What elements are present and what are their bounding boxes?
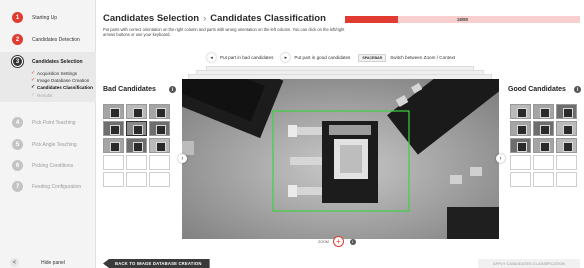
- candidate-thumbnail[interactable]: [103, 121, 124, 136]
- apply-classification-button[interactable]: APPLY CANDIDATES CLASSIFICATION: [478, 259, 580, 268]
- candidate-thumbnail[interactable]: [533, 138, 554, 153]
- candidate-thumbnail[interactable]: [533, 104, 554, 119]
- spacebar-key: SPACEBAR: [358, 53, 387, 62]
- empty-slot: [533, 172, 554, 187]
- hide-panel-label: Hide panel: [41, 259, 65, 266]
- breadcrumb-parent[interactable]: Candidates Selection: [103, 13, 199, 24]
- substep-image-database-creation[interactable]: ✓ Image Database Creation: [31, 77, 93, 84]
- empty-slot: [149, 172, 170, 187]
- progress-text: 18/80: [456, 17, 469, 22]
- candidate-thumbnail[interactable]: [149, 104, 170, 119]
- empty-slot: [510, 172, 531, 187]
- empty-slot: [149, 155, 170, 170]
- candidate-thumbnail[interactable]: [556, 104, 577, 119]
- step-number: 1: [12, 12, 23, 23]
- empty-slot: [510, 155, 531, 170]
- breadcrumb-separator: ›: [203, 13, 207, 24]
- empty-slot: [126, 172, 147, 187]
- step-number: 7: [12, 181, 23, 192]
- right-arrow-key-icon[interactable]: ▸: [281, 53, 291, 62]
- step-number: 2: [12, 34, 23, 45]
- substep-acquisition-settings[interactable]: ✓ Acquisition Settings: [31, 70, 93, 77]
- candidate-thumbnail[interactable]: [510, 138, 531, 153]
- progress-bar: 18/80: [345, 16, 580, 23]
- candidate-image: [182, 79, 499, 239]
- empty-slot: [556, 155, 577, 170]
- page-title: Candidates Selection › Candidates Classifi…: [103, 13, 326, 24]
- candidate-thumbnail[interactable]: [126, 138, 147, 153]
- hint-good: ▸ Put part in good candidates: [281, 53, 350, 62]
- substep-label: Candidates Classification: [37, 85, 93, 91]
- step-label: Pick Point Teaching: [32, 119, 76, 126]
- candidate-thumbnail[interactable]: [149, 138, 170, 153]
- sidebar-step-pick-angle-teaching[interactable]: 5 Pick Angle Teaching: [12, 139, 77, 150]
- step-number: 3: [12, 56, 23, 67]
- step-label: Candidates Selection: [32, 58, 83, 65]
- candidate-thumbnail[interactable]: [556, 121, 577, 136]
- zoom-controls: ZOOM + i: [318, 236, 356, 247]
- bad-candidates-grid: [103, 104, 170, 187]
- sidebar-step-starting-up[interactable]: 1 Starting Up: [12, 12, 57, 23]
- hint-zoom: SPACEBAR Switch between Zoom / Context: [358, 53, 456, 62]
- step-label: Candidates Detection: [32, 36, 80, 43]
- step-number: 5: [12, 139, 23, 150]
- hint-zoom-label: Switch between Zoom / Context: [390, 55, 456, 60]
- sidebar-step-feeding-configuration[interactable]: 7 Feeding Configuration: [12, 181, 81, 192]
- candidate-image-viewer[interactable]: [182, 79, 499, 239]
- empty-slot: [103, 172, 124, 187]
- hint-good-label: Put part in good candidates: [294, 55, 351, 60]
- chevron-left-icon: <: [10, 258, 19, 267]
- empty-slot: [556, 172, 577, 187]
- candidate-thumbnail[interactable]: [533, 121, 554, 136]
- step-label: Pick Angle Teaching: [32, 141, 77, 148]
- info-icon[interactable]: i: [349, 238, 356, 245]
- breadcrumb-current: Candidates Classification: [210, 13, 326, 24]
- app-window: 1 Starting Up 2 Candidates Detection 3 C…: [0, 0, 584, 268]
- sidebar-step-candidates-detection[interactable]: 2 Candidates Detection: [12, 34, 80, 45]
- step-label: Starting Up: [32, 14, 58, 21]
- step-label: Feeding Configuration: [32, 183, 82, 190]
- hint-bad: ◂ Put part in bad candidates: [207, 53, 273, 62]
- substep-label: Acquisition Settings: [37, 71, 78, 76]
- candidate-thumbnail[interactable]: [103, 138, 124, 153]
- empty-slot: [103, 155, 124, 170]
- left-arrow-key-icon[interactable]: ◂: [207, 53, 216, 62]
- zoom-in-button[interactable]: +: [332, 236, 344, 247]
- sidebar-step-picking-conditions[interactable]: 6 Picking Conditions: [12, 160, 73, 171]
- step-number: 6: [12, 160, 23, 171]
- sidebar: 1 Starting Up 2 Candidates Detection 3 C…: [0, 0, 96, 268]
- substep-label: Results: [37, 92, 53, 98]
- move-to-good-arrow-button[interactable]: ›: [496, 154, 505, 163]
- info-icon[interactable]: i: [574, 86, 581, 93]
- substep-label: Image Database Creation: [37, 78, 90, 84]
- candidate-thumbnail[interactable]: [556, 138, 577, 153]
- keyboard-hints: ◂ Put part in bad candidates ▸ Put part …: [207, 53, 463, 62]
- instructions-text: Put parts with correct orientation on th…: [103, 27, 345, 38]
- empty-slot: [533, 155, 554, 170]
- step-number: 4: [12, 117, 23, 128]
- candidate-thumbnail[interactable]: [126, 121, 147, 136]
- empty-slot: [126, 155, 147, 170]
- substep-results[interactable]: ✓ Results: [31, 92, 93, 99]
- candidate-thumbnail[interactable]: [126, 104, 147, 119]
- zoom-label: ZOOM: [318, 239, 329, 244]
- good-candidates-grid: [510, 104, 577, 187]
- move-to-bad-arrow-button[interactable]: ‹: [178, 154, 187, 163]
- substep-list: ✓ Acquisition Settings ✓ Image Database …: [31, 70, 93, 99]
- info-icon[interactable]: i: [169, 86, 176, 93]
- sidebar-step-pick-point-teaching[interactable]: 4 Pick Point Teaching: [12, 117, 76, 128]
- hide-panel-button[interactable]: < Hide panel: [10, 258, 65, 267]
- candidate-thumbnail[interactable]: [149, 121, 170, 136]
- good-candidates-title: Good Candidates: [508, 86, 566, 93]
- step-label: Picking Conditions: [32, 162, 74, 169]
- sidebar-step-candidates-selection[interactable]: 3 Candidates Selection: [12, 56, 83, 67]
- back-button[interactable]: BACK TO IMAGE DATABASE CREATION: [103, 259, 210, 268]
- candidate-thumbnail[interactable]: [510, 121, 531, 136]
- candidate-thumbnail[interactable]: [103, 104, 124, 119]
- bad-candidates-title: Bad Candidates: [103, 86, 156, 93]
- hint-bad-label: Put part in bad candidates: [220, 55, 274, 60]
- substep-candidates-classification[interactable]: ✓ Candidates Classification: [31, 84, 93, 91]
- candidate-thumbnail[interactable]: [510, 104, 531, 119]
